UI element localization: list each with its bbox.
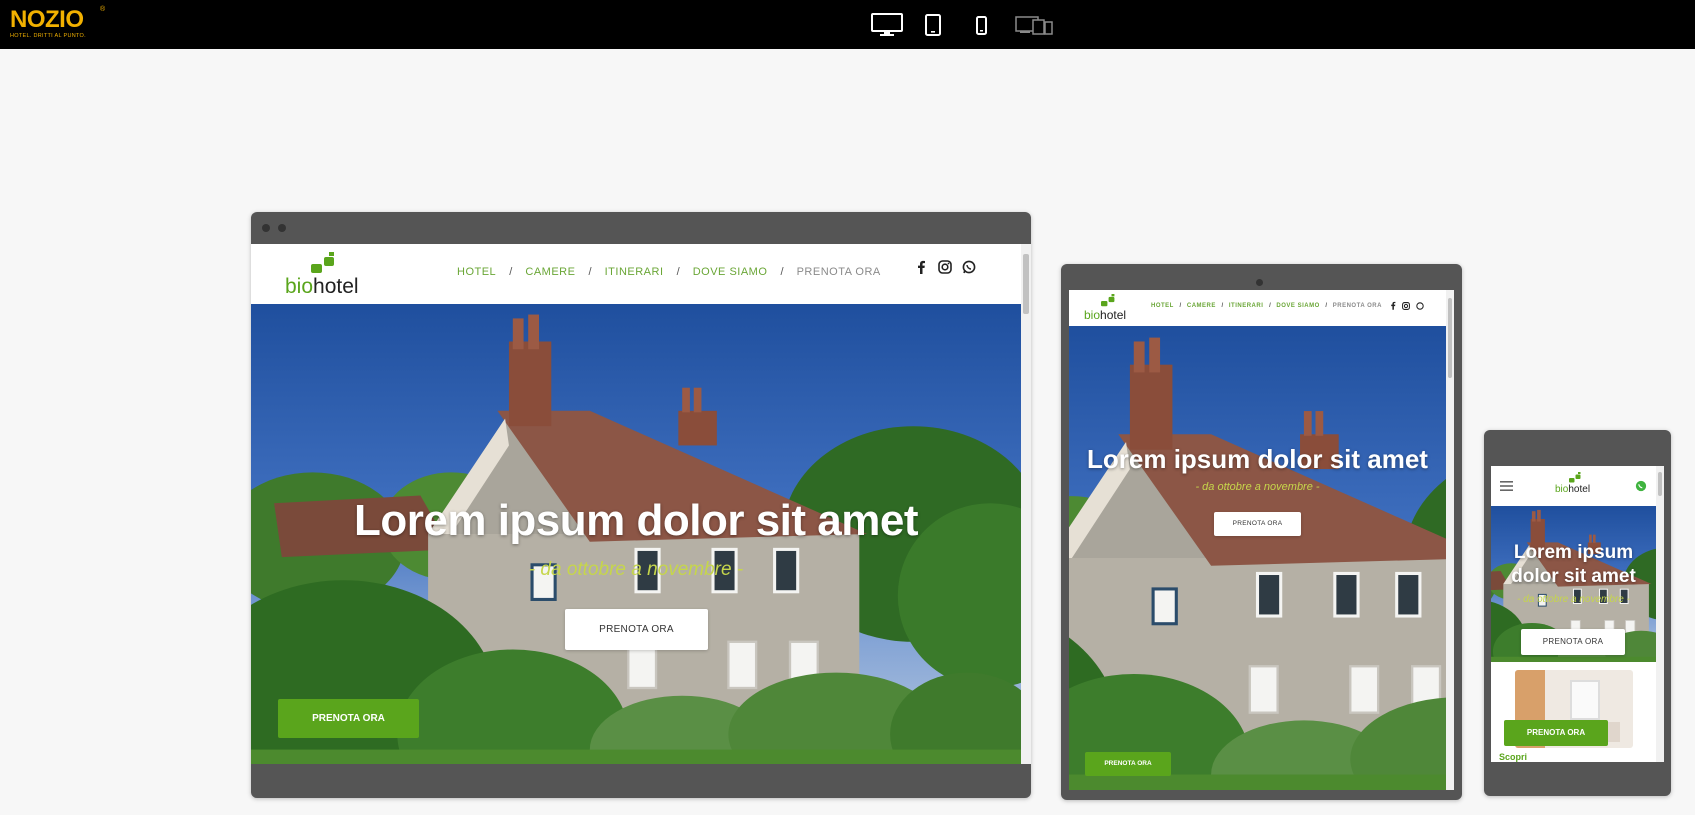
mobile-sticky-book-button[interactable]: PRENOTA ORA (1504, 720, 1608, 746)
leaf-icon (1569, 472, 1581, 483)
mobile-view-button[interactable] (974, 12, 988, 38)
top-bar: NOZIO ® HOTEL. DRITTI AL PUNTO. (0, 0, 1695, 49)
instagram-icon[interactable] (1402, 301, 1410, 310)
whatsapp-icon[interactable] (962, 260, 976, 274)
nav-dove-siamo[interactable]: DOVE SIAMO (1276, 303, 1319, 309)
tablet-scrollbar[interactable] (1446, 290, 1454, 790)
desktop-scrollbar[interactable] (1021, 244, 1031, 764)
hamburger-menu-icon[interactable] (1500, 481, 1513, 491)
tablet-screen: biohotel HOTEL / CAMERE / ITINERARI / DO… (1069, 290, 1454, 790)
leaf-icon (311, 252, 334, 273)
mobile-hero-section: Lorem ipsum dolor sit amet - da ottobre … (1491, 506, 1656, 662)
mobile-scrollbar[interactable] (1656, 466, 1664, 762)
brand-hotel: hotel (1568, 484, 1591, 495)
tablet-camera (1256, 279, 1263, 286)
mobile-screen: biohotel Lorem ipsum dolor sit amet - da… (1491, 466, 1664, 762)
sticky-book-button[interactable]: PRENOTA ORA (278, 699, 419, 738)
brand-bio: bio (1555, 484, 1569, 495)
nozio-logo[interactable]: NOZIO ® HOTEL. DRITTI AL PUNTO. (10, 6, 106, 44)
nav-camere[interactable]: CAMERE (1187, 303, 1216, 309)
window-dot-1 (262, 224, 270, 232)
tablet-hero-subtitle: - da ottobre a novembre - (1195, 481, 1320, 493)
social-links (916, 260, 976, 274)
mobile-hero-book-button[interactable]: PRENOTA ORA (1521, 629, 1625, 655)
hero-book-button[interactable]: PRENOTA ORA (565, 609, 708, 650)
brand-hotel: hotel (1100, 308, 1127, 322)
nav-camere[interactable]: CAMERE (525, 266, 575, 278)
mobile-preview-frame: biohotel Lorem ipsum dolor sit amet - da… (1484, 430, 1671, 796)
multi-device-icon (1015, 16, 1053, 35)
tablet-site-header: biohotel HOTEL / CAMERE / ITINERARI / DO… (1069, 290, 1446, 326)
tablet-hero-section: Lorem ipsum dolor sit amet - da ottobre … (1069, 326, 1446, 790)
facebook-icon[interactable] (916, 260, 926, 274)
multi-device-view-button[interactable] (1014, 12, 1054, 38)
tablet-icon (925, 14, 941, 36)
mobile-hero-title-line2: dolor sit amet (1511, 566, 1636, 587)
facebook-icon[interactable] (1390, 301, 1396, 310)
biohotel-logo[interactable]: biohotel (285, 252, 365, 300)
device-toggle (870, 12, 1054, 38)
nav-hotel[interactable]: HOTEL (457, 266, 496, 278)
logo-registered-mark: ® (100, 6, 106, 13)
nav-prenota-ora[interactable]: PRENOTA ORA (1333, 303, 1382, 309)
mobile-biohotel-logo[interactable]: biohotel (1555, 472, 1595, 500)
main-nav: HOTEL / CAMERE / ITINERARI / DOVE SIAMO … (457, 266, 881, 278)
mobile-scrollbar-thumb[interactable] (1658, 472, 1662, 496)
desktop-view-button[interactable] (870, 12, 904, 38)
desktop-preview-frame: biohotel HOTEL / CAMERE / ITINERARI / DO… (251, 212, 1031, 798)
logo-text: NOZIO (10, 6, 84, 33)
mobile-icon (975, 15, 987, 35)
hero-title: Lorem ipsum dolor sit amet (354, 496, 918, 545)
scrollbar-thumb[interactable] (1023, 254, 1029, 314)
tablet-social-links (1390, 301, 1424, 310)
whatsapp-icon[interactable] (1635, 480, 1647, 492)
tablet-scrollbar-thumb[interactable] (1448, 298, 1452, 378)
tablet-main-nav: HOTEL / CAMERE / ITINERARI / DOVE SIAMO … (1151, 303, 1382, 309)
tablet-hero-image (1069, 326, 1446, 790)
brand-bio: bio (1084, 308, 1101, 322)
mobile-hero-subtitle: - da ottobre a novembre - (1517, 594, 1630, 605)
mobile-site-header: biohotel (1491, 466, 1656, 506)
brand-hotel: hotel (313, 275, 359, 298)
nav-prenota-ora[interactable]: PRENOTA ORA (797, 266, 881, 278)
nav-dove-siamo[interactable]: DOVE SIAMO (693, 266, 768, 278)
nav-itinerari[interactable]: ITINERARI (605, 266, 664, 278)
window-dot-2 (278, 224, 286, 232)
hero-subtitle: - da ottobre a novembre - (528, 559, 744, 580)
tablet-sticky-book-button[interactable]: PRENOTA ORA (1085, 752, 1171, 776)
logo-tagline: HOTEL. DRITTI AL PUNTO. (10, 33, 86, 39)
mobile-hero-title-line1: Lorem ipsum (1513, 542, 1634, 563)
tablet-preview-frame: biohotel HOTEL / CAMERE / ITINERARI / DO… (1061, 264, 1462, 800)
nav-itinerari[interactable]: ITINERARI (1229, 303, 1264, 309)
leaf-icon (1101, 294, 1115, 307)
nav-hotel[interactable]: HOTEL (1151, 303, 1174, 309)
tablet-view-button[interactable] (924, 12, 942, 38)
desktop-screen: biohotel HOTEL / CAMERE / ITINERARI / DO… (251, 244, 1031, 764)
desktop-icon (871, 13, 903, 36)
mobile-next-heading: Scopri (1499, 752, 1528, 762)
hero-section: Lorem ipsum dolor sit amet - da ottobre … (251, 304, 1021, 764)
tablet-hero-book-button[interactable]: PRENOTA ORA (1214, 512, 1301, 536)
site-header: biohotel HOTEL / CAMERE / ITINERARI / DO… (251, 244, 1021, 304)
tablet-hero-title: Lorem ipsum dolor sit amet (1087, 444, 1428, 474)
brand-bio: bio (285, 275, 314, 298)
instagram-icon[interactable] (938, 260, 952, 274)
tablet-biohotel-logo[interactable]: biohotel (1084, 294, 1134, 324)
whatsapp-icon[interactable] (1416, 301, 1424, 310)
